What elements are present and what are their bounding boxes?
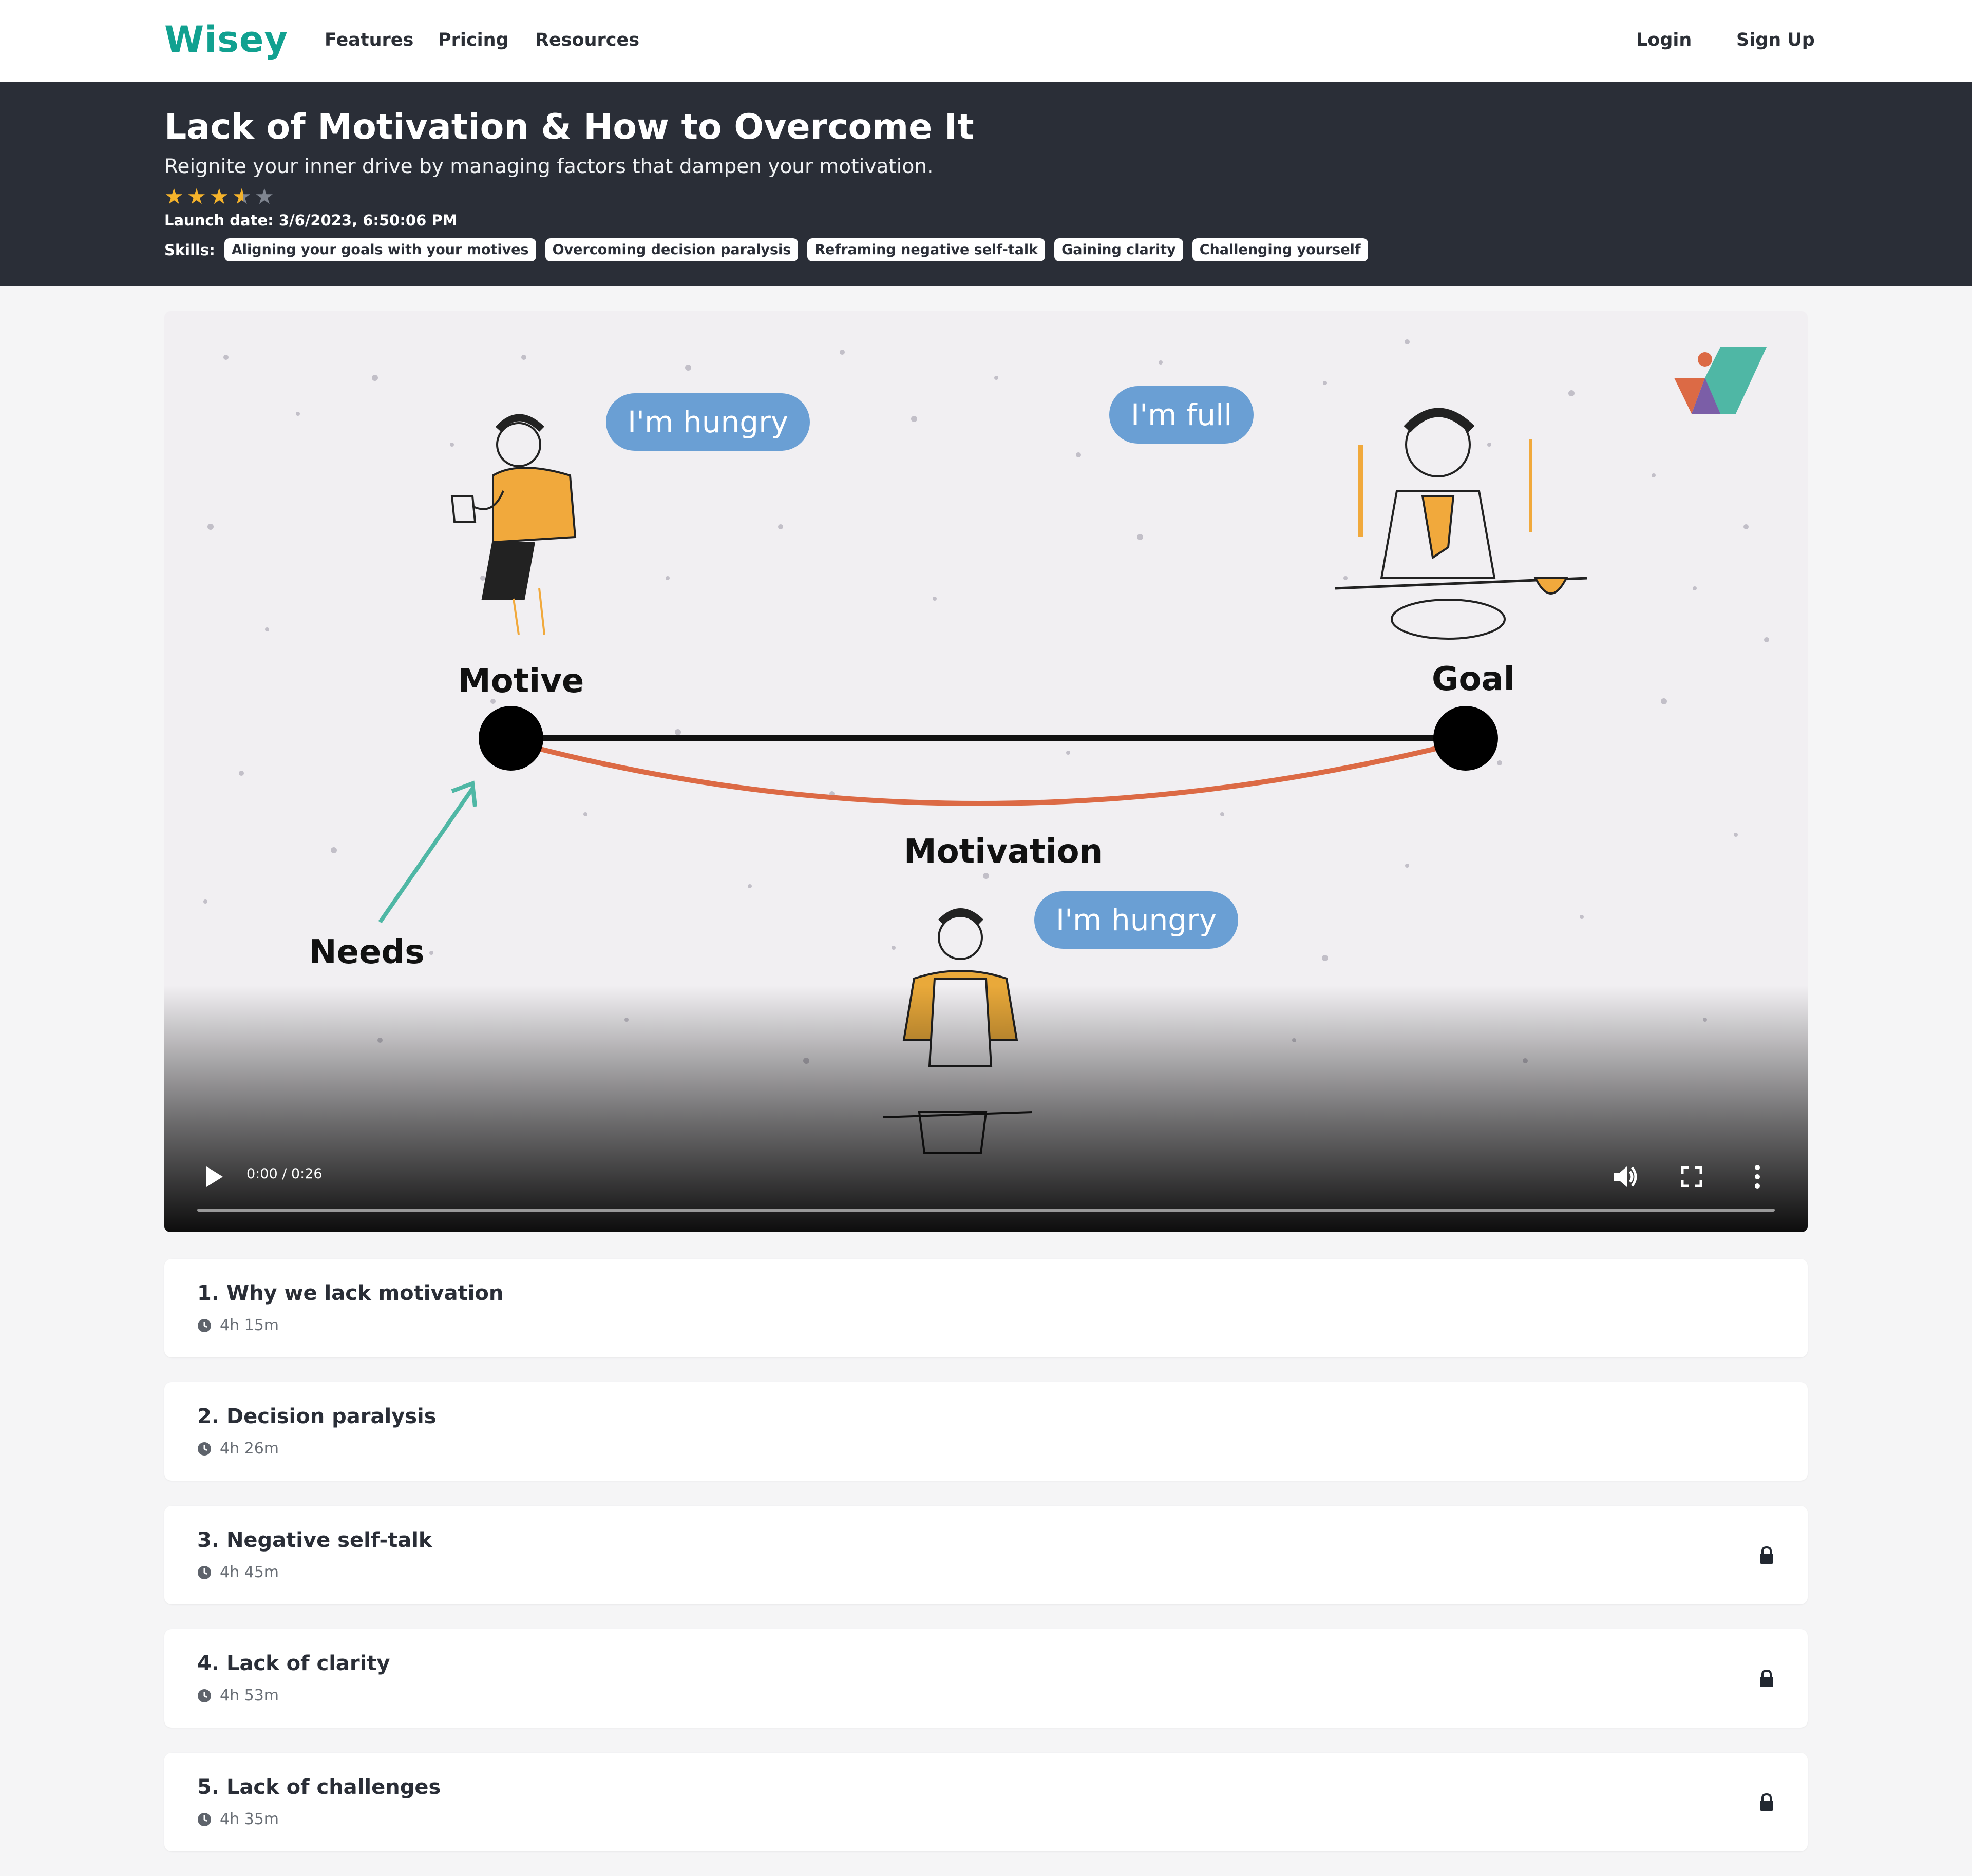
clock-icon: [198, 1318, 211, 1332]
nav-link-pricing[interactable]: Pricing: [438, 30, 509, 50]
chapter-title: 1. Why we lack motivation: [197, 1281, 504, 1305]
fullscreen-icon[interactable]: [1681, 1166, 1702, 1187]
video-progress-bar[interactable]: [197, 1209, 1775, 1212]
more-options-icon[interactable]: [1754, 1164, 1760, 1189]
chapter-item[interactable]: 5. Lack of challenges 4h 35m: [164, 1753, 1808, 1851]
skill-chip: Challenging yourself: [1192, 238, 1368, 261]
course-header: Lack of Motivation & How to Overcome It …: [0, 82, 1972, 286]
chapter-duration: 4h 35m: [197, 1810, 279, 1828]
clock-icon: [198, 1565, 211, 1579]
chapter-item[interactable]: 3. Negative self-talk 4h 45m: [164, 1506, 1808, 1604]
top-navbar: Wisey Features Pricing Resources Login S…: [0, 0, 1972, 82]
wisey-logo[interactable]: Wisey: [164, 18, 288, 61]
motive-label: Motive: [458, 662, 584, 700]
chapter-duration: 4h 26m: [197, 1440, 279, 1458]
play-icon[interactable]: [205, 1166, 224, 1187]
chapter-duration: 4h 15m: [197, 1316, 279, 1334]
chapter-item[interactable]: 2. Decision paralysis 4h 26m: [164, 1382, 1808, 1481]
volume-icon[interactable]: [1613, 1164, 1639, 1189]
chapter-duration-text: 4h 26m: [220, 1440, 279, 1458]
signup-link[interactable]: Sign Up: [1736, 30, 1815, 50]
nav-link-resources[interactable]: Resources: [535, 30, 639, 50]
motivation-label: Motivation: [904, 833, 1103, 871]
video-player[interactable]: I'm hungry I'm full I'm hungry Motive Go…: [164, 311, 1808, 1232]
chapter-duration-text: 4h 45m: [220, 1563, 279, 1581]
chapter-duration: 4h 53m: [197, 1687, 279, 1705]
skills-label: Skills:: [164, 241, 215, 259]
skill-chip: Gaining clarity: [1054, 238, 1183, 261]
chapter-duration-text: 4h 35m: [220, 1810, 279, 1828]
chapter-duration-text: 4h 53m: [220, 1687, 279, 1705]
lock-icon: [1760, 1546, 1773, 1564]
chapter-title: 4. Lack of clarity: [197, 1652, 390, 1675]
chapter-title: 5. Lack of challenges: [197, 1775, 441, 1799]
star-icon: ★: [164, 184, 185, 209]
needs-label: Needs: [309, 933, 425, 971]
skill-chip: Overcoming decision paralysis: [545, 238, 799, 261]
clock-icon: [198, 1442, 211, 1456]
skill-chip: Reframing negative self-talk: [807, 238, 1046, 261]
course-title: Lack of Motivation & How to Overcome It: [164, 107, 974, 147]
launch-date: Launch date: 3/6/2023, 6:50:06 PM: [164, 212, 458, 229]
star-rating: ★ ★ ★ ★ ★: [164, 184, 277, 209]
half-star-icon: ★: [232, 184, 255, 209]
speech-bubble: I'm hungry: [1034, 891, 1239, 949]
video-controls-gradient: [164, 986, 1808, 1232]
chapter-title: 2. Decision paralysis: [197, 1405, 437, 1428]
login-link[interactable]: Login: [1636, 30, 1692, 50]
chapter-duration-text: 4h 15m: [220, 1316, 279, 1334]
video-time: 0:00 / 0:26: [246, 1166, 323, 1182]
chapter-item[interactable]: 1. Why we lack motivation 4h 15m: [164, 1259, 1808, 1357]
chapter-duration: 4h 45m: [197, 1563, 279, 1581]
chapter-title: 3. Negative self-talk: [197, 1528, 432, 1552]
star-icon: ★: [210, 184, 230, 209]
chapter-item[interactable]: 4. Lack of clarity 4h 53m: [164, 1629, 1808, 1728]
nav-link-features[interactable]: Features: [325, 30, 413, 50]
goal-label: Goal: [1432, 660, 1515, 698]
lock-icon: [1760, 1669, 1773, 1687]
star-icon: ★: [187, 184, 207, 209]
speech-bubble: I'm hungry: [606, 393, 810, 451]
course-subtitle: Reignite your inner drive by managing fa…: [164, 155, 934, 178]
skill-chip: Aligning your goals with your motives: [224, 238, 536, 261]
skills-list: Skills: Aligning your goals with your mo…: [164, 238, 1377, 261]
speech-bubble: I'm full: [1109, 386, 1254, 444]
empty-star-icon: ★: [255, 184, 275, 209]
clock-icon: [198, 1812, 211, 1826]
clock-icon: [198, 1689, 211, 1702]
lock-icon: [1760, 1793, 1773, 1811]
